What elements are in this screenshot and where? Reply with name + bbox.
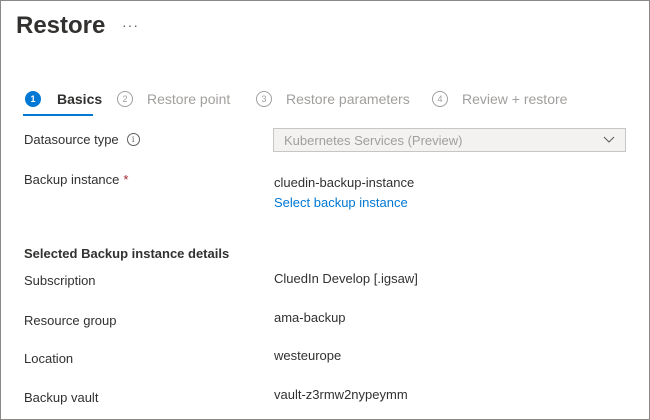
backup-instance-label-text: Backup instance	[24, 172, 120, 187]
more-options-button[interactable]: ···	[122, 17, 139, 33]
step-label-restore-parameters: Restore parameters	[286, 91, 410, 107]
page-title: Restore	[16, 12, 106, 39]
resource-group-value: ama-backup	[274, 310, 346, 325]
datasource-type-label: Datasource type i	[24, 132, 140, 147]
datasource-type-select[interactable]: Kubernetes Services (Preview)	[273, 128, 626, 152]
tab-basics[interactable]: 1 Basics	[25, 89, 102, 109]
required-indicator: *	[123, 172, 129, 187]
step-number-3: 3	[256, 91, 272, 107]
backup-vault-value: vault-z3rmw2nypeymm	[274, 387, 408, 402]
info-icon[interactable]: i	[126, 133, 140, 146]
datasource-type-value: Kubernetes Services (Preview)	[284, 132, 463, 148]
chevron-down-icon	[603, 136, 615, 143]
backup-instance-label: Backup instance *	[24, 172, 128, 187]
location-label: Location	[24, 351, 74, 366]
location-value: westeurope	[274, 348, 342, 363]
subscription-value: CluedIn Develop [.igsaw]	[274, 271, 418, 286]
subscription-label: Subscription	[24, 273, 96, 288]
tab-restore-point[interactable]: 2 Restore point	[117, 89, 230, 109]
backup-instance-value: cluedin-backup-instance	[274, 175, 415, 190]
active-tab-indicator	[23, 114, 93, 116]
resource-group-label: Resource group	[24, 313, 117, 328]
step-number-2: 2	[117, 91, 133, 107]
step-label-review-restore: Review + restore	[462, 91, 568, 107]
tab-restore-parameters[interactable]: 3 Restore parameters	[256, 89, 410, 109]
backup-vault-label: Backup vault	[24, 390, 99, 405]
step-number-4: 4	[432, 91, 448, 107]
tab-review-restore[interactable]: 4 Review + restore	[432, 89, 567, 109]
step-label-basics: Basics	[57, 91, 103, 107]
restore-blade: Restore ··· 1 Basics 2 Restore point 3 R…	[0, 0, 650, 420]
select-backup-instance-link[interactable]: Select backup instance	[274, 195, 408, 210]
step-number-1: 1	[25, 91, 41, 107]
details-section-title: Selected Backup instance details	[24, 246, 230, 261]
step-label-restore-point: Restore point	[147, 91, 231, 107]
datasource-type-label-text: Datasource type	[24, 132, 119, 147]
